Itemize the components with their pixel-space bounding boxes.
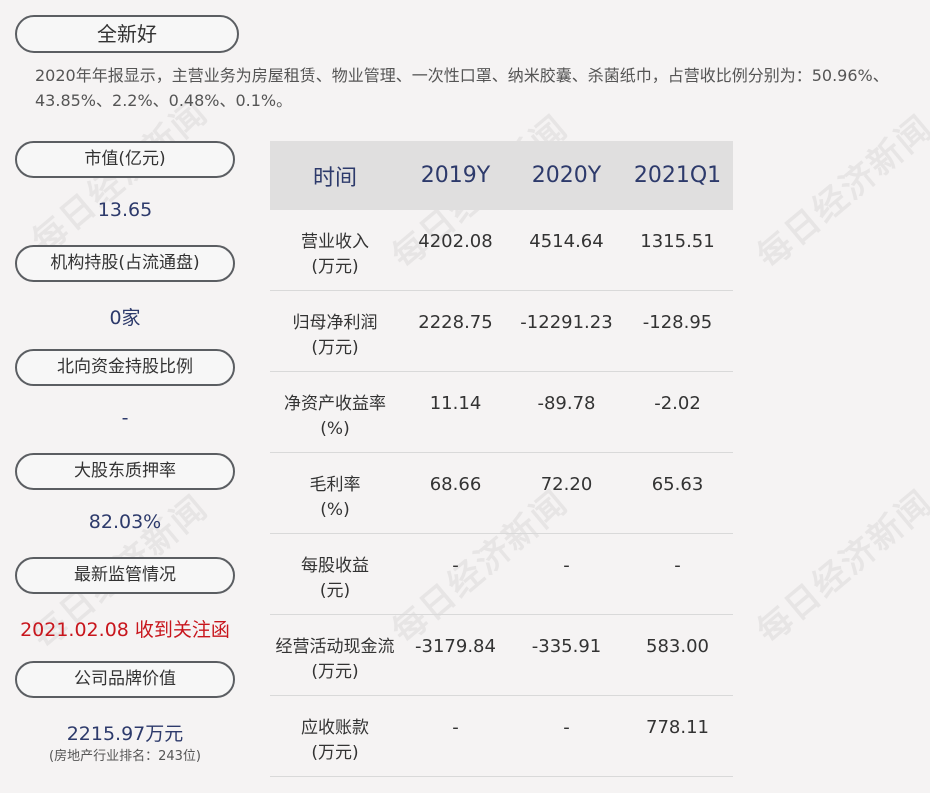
watermark: 每日经济新闻 — [749, 482, 930, 652]
row-label-unit: (万元) — [311, 743, 359, 763]
table-cell: -3179.84 — [415, 636, 496, 657]
row-label: 净资产收益率 (%) — [270, 392, 400, 442]
row-label-unit: (万元) — [311, 257, 359, 277]
row-label-unit: (万元) — [311, 662, 359, 682]
table-cell: 4202.08 — [418, 231, 493, 252]
row-label-name: 经营活动现金流 — [275, 637, 395, 657]
table-row: 经营活动现金流 (万元) -3179.84 -335.91 583.00 — [270, 615, 733, 696]
institution-value: 0家 — [109, 307, 141, 329]
table-cell: - — [563, 555, 570, 576]
institution-label: 机构持股(占流通盘) — [15, 245, 235, 282]
brand-rank-note: (房地产行业排名：243位) — [49, 749, 201, 764]
table-cell: 4514.64 — [529, 231, 604, 252]
pledge-label: 大股东质押率 — [15, 453, 235, 490]
header-2019y: 2019Y — [420, 163, 491, 188]
table-cell: - — [452, 717, 459, 738]
row-label-unit: (元) — [319, 581, 351, 601]
header-2021q1: 2021Q1 — [633, 163, 722, 188]
regulation-label: 最新监管情况 — [15, 557, 235, 594]
table-cell: 1315.51 — [640, 231, 715, 252]
header-time: 时间 — [312, 165, 357, 191]
table-row: 净资产收益率 (%) 11.14 -89.78 -2.02 — [270, 372, 733, 453]
row-label: 经营活动现金流 (万元) — [270, 635, 400, 685]
table-header: 时间 2019Y 2020Y 2021Q1 — [270, 141, 733, 210]
table-row: 毛利率 (%) 68.66 72.20 65.63 — [270, 453, 733, 534]
brand-value-label: 公司品牌价值 — [15, 661, 235, 698]
watermark: 每日经济新闻 — [749, 107, 930, 277]
row-label-name: 净资产收益率 — [284, 394, 386, 414]
row-label-name: 营业收入 — [301, 232, 369, 252]
row-label-unit: (%) — [320, 500, 350, 520]
row-label-name: 应收账款 — [301, 718, 369, 738]
northbound-value: - — [121, 407, 129, 429]
table-row: 营业收入 (万元) 4202.08 4514.64 1315.51 — [270, 210, 733, 291]
table-cell: - — [674, 555, 681, 576]
table-cell: 68.66 — [429, 474, 482, 495]
table-cell: 72.20 — [540, 474, 593, 495]
header-2020y: 2020Y — [531, 163, 602, 188]
table-cell: 778.11 — [646, 717, 709, 738]
table-cell: 65.63 — [651, 474, 704, 495]
table-cell: 2228.75 — [418, 312, 493, 333]
row-label: 营业收入 (万元) — [270, 230, 400, 280]
company-name: 全新好 — [15, 15, 239, 53]
row-label-name: 归母净利润 — [292, 313, 378, 333]
table-cell: 11.14 — [429, 393, 482, 414]
market-cap-label: 市值(亿元) — [15, 141, 235, 178]
regulation-value: 2021.02.08 收到关注函 — [20, 619, 230, 641]
table-cell: -128.95 — [642, 312, 713, 333]
northbound-label: 北向资金持股比例 — [15, 349, 235, 386]
row-label-name: 每股收益 — [301, 556, 369, 576]
market-cap-value: 13.65 — [97, 199, 153, 221]
row-label: 毛利率 (%) — [270, 473, 400, 523]
table-cell: -2.02 — [654, 393, 701, 414]
brand-value: 2215.97万元 — [66, 723, 184, 745]
row-label-unit: (%) — [320, 419, 350, 439]
table-row: 每股收益 (元) - - - — [270, 534, 733, 615]
table-row: 归母净利润 (万元) 2228.75 -12291.23 -128.95 — [270, 291, 733, 372]
pledge-value: 82.03% — [88, 511, 162, 533]
row-label-name: 毛利率 — [309, 475, 361, 495]
table-cell: -89.78 — [537, 393, 596, 414]
row-label: 归母净利润 (万元) — [270, 311, 400, 361]
table-cell: -335.91 — [531, 636, 602, 657]
row-label: 应收账款 (万元) — [270, 716, 400, 766]
financial-table: 时间 2019Y 2020Y 2021Q1 营业收入 (万元) 4202.08 … — [270, 141, 733, 777]
row-label: 每股收益 (元) — [270, 554, 400, 604]
business-summary: 2020年年报显示，主营业务为房屋租赁、物业管理、一次性口罩、纳米胶囊、杀菌纸巾… — [35, 66, 889, 110]
table-row: 应收账款 (万元) - - 778.11 — [270, 696, 733, 777]
table-cell: -12291.23 — [520, 312, 613, 333]
row-label-unit: (万元) — [311, 338, 359, 358]
table-cell: - — [452, 555, 459, 576]
table-cell: 583.00 — [646, 636, 709, 657]
table-cell: - — [563, 717, 570, 738]
